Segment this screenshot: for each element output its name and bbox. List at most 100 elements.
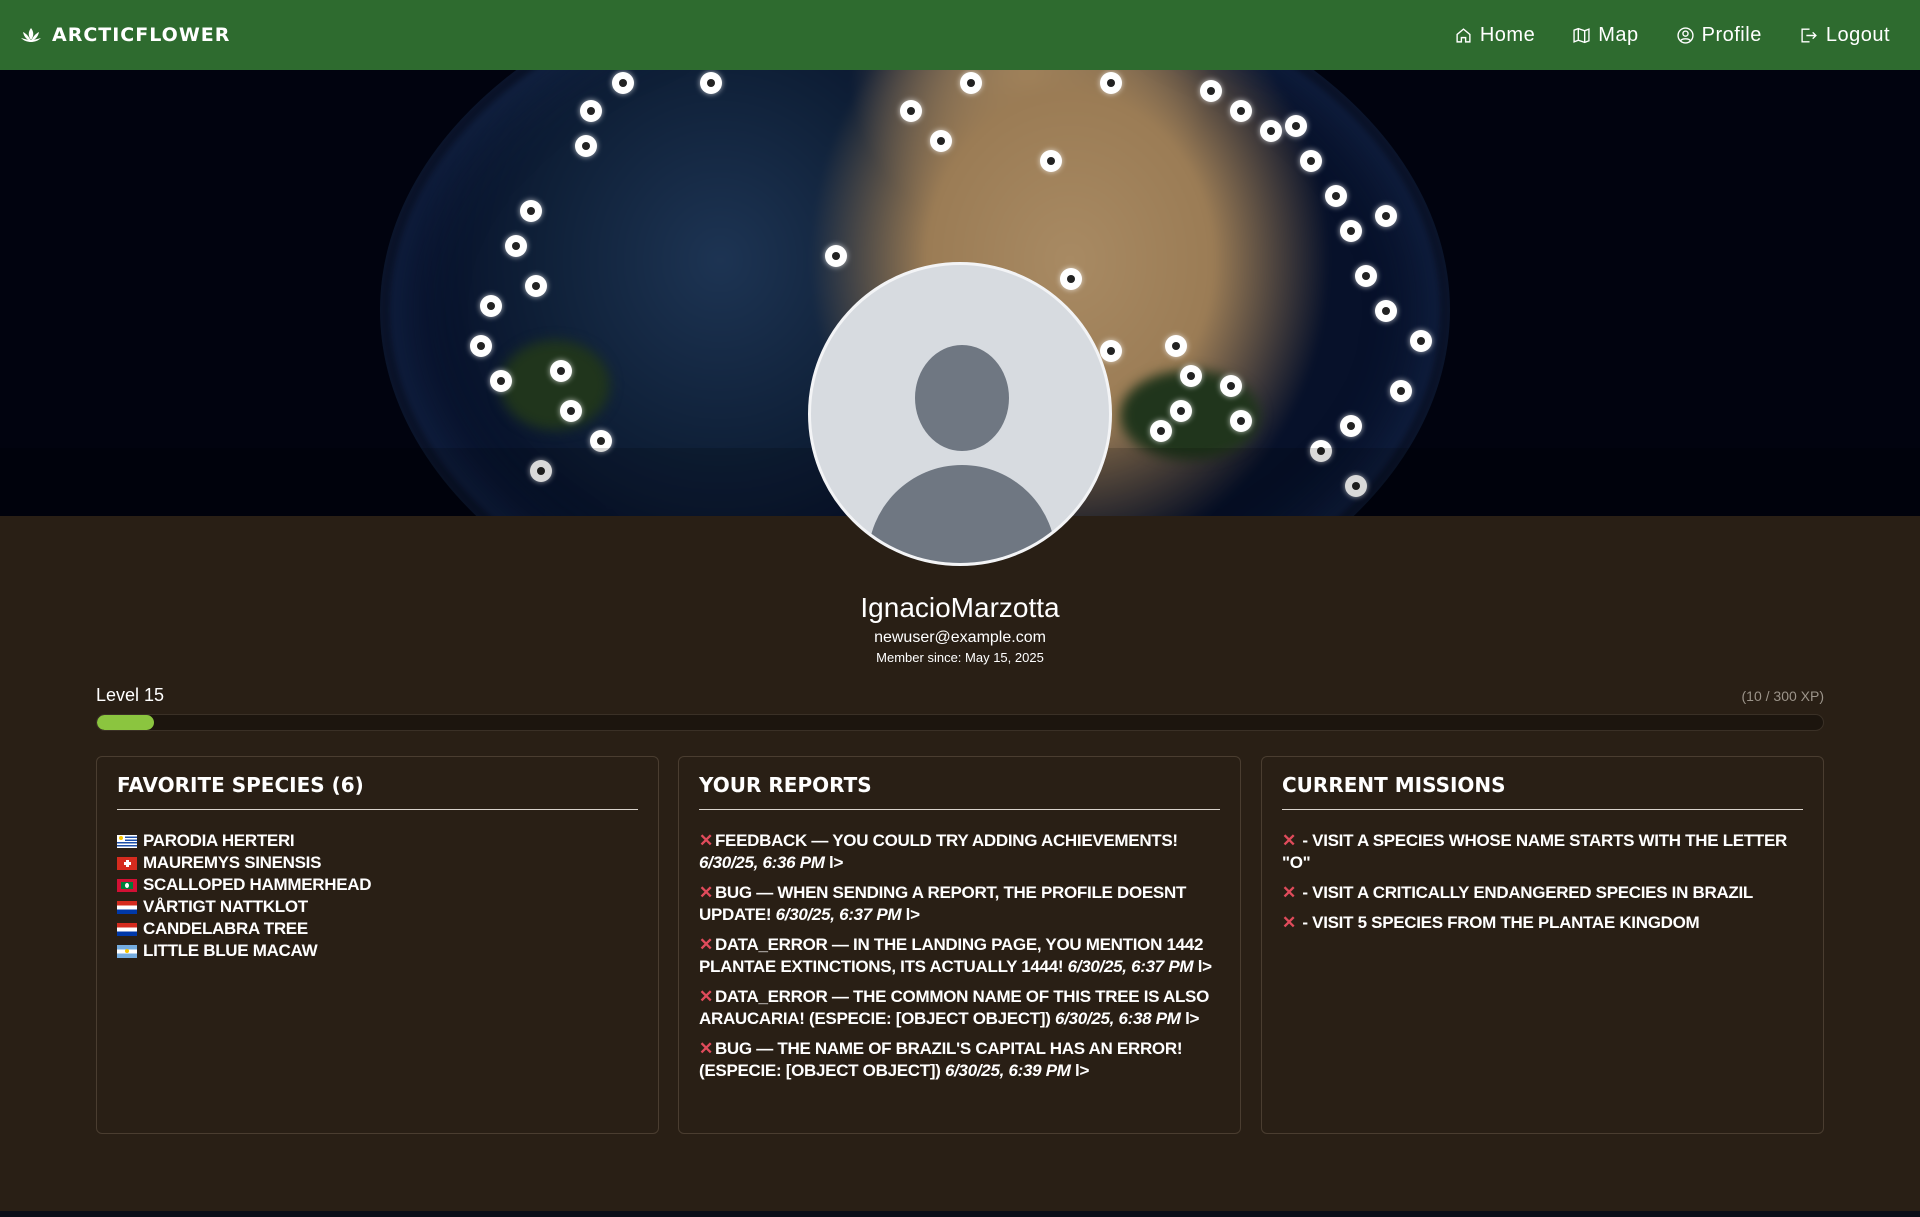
favorite-species-item[interactable]: MAUREMYS SINENSIS [117,852,638,874]
report-status-x-icon: ✕ [699,987,713,1006]
reports-list: ✕ FEEDBACK — YOU COULD TRY ADDING ACHIEVE… [699,830,1220,1082]
species-pin[interactable] [470,335,492,357]
favorite-species-name: LITTLE BLUE MACAW [143,941,318,960]
species-pin[interactable] [1230,410,1252,432]
species-pin[interactable] [1100,340,1122,362]
species-pin[interactable] [525,275,547,297]
species-pin[interactable] [520,200,542,222]
reports-title: YOUR REPORTS [699,773,1220,810]
report-item[interactable]: ✕ BUG — THE NAME OF BRAZIL'S CAPITAL HAS … [699,1038,1220,1082]
favorite-species-item[interactable]: SCALLOPED HAMMERHEAD [117,874,638,896]
species-pin[interactable] [1180,365,1202,387]
species-pin[interactable] [930,130,952,152]
navbar: ARCTICFLOWER Home Map Profile Logout [0,0,1920,70]
paraguay-flag-icon [117,900,137,914]
species-pin[interactable] [960,72,982,94]
report-date: 6/30/25, 6:36 PM [699,853,825,872]
species-pin[interactable] [1300,150,1322,172]
species-pin[interactable] [1325,185,1347,207]
species-pin[interactable] [575,135,597,157]
species-pin[interactable] [1100,72,1122,94]
report-text: — YOU COULD TRY ADDING ACHIEVEMENTS! [807,831,1178,850]
argentina-flag-icon [117,944,137,958]
species-pin[interactable] [560,400,582,422]
favorite-species-item[interactable]: LITTLE BLUE MACAW [117,940,638,962]
report-tail: l> [1070,1061,1090,1080]
mission-text: - VISIT 5 SPECIES FROM THE PLANTAE KINGD… [1297,913,1700,932]
report-date: 6/30/25, 6:39 PM [944,1061,1071,1080]
species-pin[interactable] [490,370,512,392]
species-pin[interactable] [1150,420,1172,442]
report-item[interactable]: ✕ DATA_ERROR — THE COMMON NAME OF THIS TR… [699,986,1220,1030]
report-type: FEEDBACK [714,831,807,850]
species-pin[interactable] [1170,400,1192,422]
species-pin[interactable] [612,72,634,94]
home-icon [1455,27,1472,44]
nav-logout-label: Logout [1825,23,1890,46]
missions-card: CURRENT MISSIONS ✕ - VISIT A SPECIES WHO… [1261,756,1824,1134]
report-status-x-icon: ✕ [699,883,713,902]
xp-label: (10 / 300 XP) [1741,688,1825,704]
missions-title: CURRENT MISSIONS [1282,773,1803,810]
mission-text: - VISIT A SPECIES WHOSE NAME STARTS WITH… [1282,831,1788,872]
species-pin[interactable] [1340,220,1362,242]
species-pin[interactable] [1040,150,1062,172]
species-pin[interactable] [825,245,847,267]
report-status-x-icon: ✕ [699,1039,713,1058]
species-pin[interactable] [700,72,722,94]
favorite-species-card: FAVORITE SPECIES (6) PARODIA HERTERI MAUR… [96,756,659,1134]
report-date: 6/30/25, 6:38 PM [1055,1009,1181,1028]
species-pin[interactable] [1375,205,1397,227]
species-pin[interactable] [1060,268,1082,290]
species-pin[interactable] [1390,380,1412,402]
species-pin[interactable] [505,235,527,257]
favorite-species-item[interactable]: CANDELABRA TREE [117,918,638,940]
report-date: 6/30/25, 6:37 PM [775,905,902,924]
report-type: BUG [714,883,752,902]
species-pin[interactable] [580,100,602,122]
favorite-species-name: SCALLOPED HAMMERHEAD [143,875,372,894]
map-icon [1573,27,1590,44]
nav-profile[interactable]: Profile [1676,24,1762,47]
species-pin[interactable] [1285,115,1307,137]
avatar-body [868,465,1056,563]
report-status-x-icon: ✕ [699,935,713,954]
species-pin[interactable] [1230,100,1252,122]
species-pin[interactable] [1165,335,1187,357]
missions-list: ✕ - VISIT A SPECIES WHOSE NAME STARTS WI… [1282,830,1803,934]
report-tail: l> [824,853,844,872]
mission-item: ✕ - VISIT A CRITICALLY ENDANGERED SPECIE… [1282,882,1803,904]
species-pin[interactable] [1200,80,1222,102]
species-pin[interactable] [1260,120,1282,142]
user-email: newuser@example.com [874,629,1046,646]
report-item[interactable]: ✕ DATA_ERROR — IN THE LANDING PAGE, YOU M… [699,934,1220,978]
report-text: — THE NAME OF BRAZIL'S CAPITAL HAS AN ER… [699,1039,1183,1080]
mission-item: ✕ - VISIT 5 SPECIES FROM THE PLANTAE KIN… [1282,912,1803,934]
report-item[interactable]: ✕ BUG — WHEN SENDING A REPORT, THE PROFIL… [699,882,1220,926]
reports-card: YOUR REPORTS ✕ FEEDBACK — YOU COULD TRY A… [678,756,1241,1134]
nav-home[interactable]: Home [1455,24,1535,47]
report-tail: l> [901,905,920,924]
species-pin[interactable] [550,360,572,382]
species-pin[interactable] [1340,415,1362,437]
species-pin[interactable] [1375,300,1397,322]
species-pin[interactable] [1220,375,1242,397]
paraguay-flag-icon [117,922,137,936]
brand-name: ARCTICFLOWER [52,24,231,46]
favorite-species-item[interactable]: PARODIA HERTERI [117,830,638,852]
favorite-species-item[interactable]: VÅRTIGT NATTKLOT [117,896,638,918]
nav-map-label: Map [1598,23,1639,46]
species-pin[interactable] [900,100,922,122]
nav-home-label: Home [1479,23,1536,46]
report-text: — WHEN SENDING A REPORT, THE PROFILE DOE… [699,883,1187,924]
report-item[interactable]: ✕ FEEDBACK — YOU COULD TRY ADDING ACHIEVE… [699,830,1220,874]
species-pin[interactable] [1355,265,1377,287]
brand[interactable]: ARCTICFLOWER [20,24,230,46]
species-pin[interactable] [480,295,502,317]
nav-logout[interactable]: Logout [1800,24,1890,47]
avatar[interactable] [808,262,1112,566]
mission-item: ✕ - VISIT A SPECIES WHOSE NAME STARTS WI… [1282,830,1803,874]
nav-map[interactable]: Map [1573,24,1638,47]
avatar-head [915,345,1009,451]
species-pin[interactable] [1410,330,1432,352]
